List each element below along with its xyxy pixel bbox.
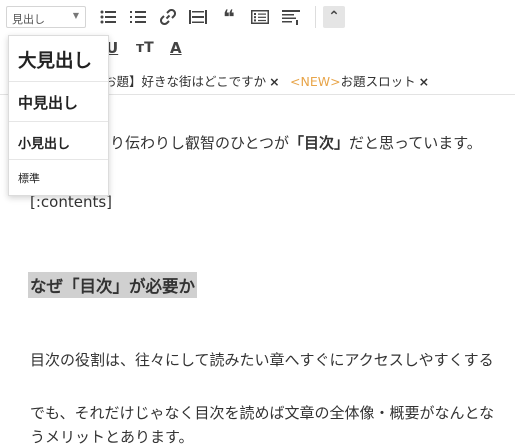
dropdown-item-large-heading[interactable]: 大見出し [9, 36, 108, 82]
dropdown-item-normal[interactable]: 標準 [9, 160, 108, 196]
heading-dropdown: 大見出し 中見出し 小見出し 標準 [8, 35, 109, 196]
horizontal-rule-button[interactable] [187, 6, 209, 28]
new-badge: <NEW> [290, 74, 341, 89]
dropdown-item-medium-heading[interactable]: 中見出し [9, 82, 108, 122]
toolbar-divider [315, 6, 316, 28]
numbered-list-icon [130, 11, 146, 23]
blockquote-icon: ❝ [223, 5, 235, 29]
numbered-list-button[interactable] [127, 6, 149, 28]
toc-icon [282, 10, 300, 25]
link-icon [159, 8, 177, 26]
paragraph: でも、それだけじゃなく目次を読めば文章の全体像・概要がなんとな [30, 404, 495, 422]
paragraph-line: り伝わりし叡智のひとつが「目次」だと思っています。 [110, 132, 482, 153]
close-icon[interactable]: × [269, 74, 279, 89]
table-icon [251, 10, 269, 24]
editor-toolbar-secondary: U тT A [96, 36, 216, 60]
text-color-button[interactable]: A [170, 36, 182, 60]
section-heading: なぜ「目次」が必要か [28, 272, 197, 298]
text-segment: だと思っています。 [348, 134, 482, 152]
close-icon[interactable]: × [419, 74, 429, 89]
bullet-list-button[interactable] [97, 6, 119, 28]
chevron-up-icon: ⌃ [328, 9, 340, 25]
toc-button[interactable] [280, 6, 302, 28]
format-select-value: 見出し [12, 13, 45, 26]
paragraph: うメリットとあります。 [30, 428, 194, 446]
bullet-list-icon [100, 10, 116, 24]
collapse-toolbar-button[interactable]: ⌃ [323, 6, 345, 28]
bold-text: 「目次」 [288, 134, 349, 152]
paragraph: 目次の役割は、往々にして読みたい章へすぐにアクセスしやすくする [30, 351, 494, 369]
font-size-button[interactable]: тT [136, 36, 154, 60]
dropdown-item-label: 小見出し [18, 137, 71, 152]
editor-toolbar: 見出し ▼ ❝ ⌃ [0, 0, 515, 36]
chevron-down-icon: ▼ [72, 11, 79, 20]
dropdown-item-label: 大見出し [18, 51, 93, 72]
tag-item: お題】好きな街はどこですか × [104, 71, 280, 90]
table-button[interactable] [249, 6, 271, 28]
tag-label: お題】好きな街はどこですか [104, 74, 267, 89]
format-select[interactable]: 見出し ▼ [6, 6, 86, 28]
blockquote-button[interactable]: ❝ [218, 6, 240, 28]
text-segment: り伝わりし叡智のひとつが [110, 134, 289, 152]
link-button[interactable] [157, 6, 179, 28]
hr-icon [189, 10, 207, 24]
dropdown-item-label: 標準 [18, 172, 40, 185]
tag-item: <NEW>お題スロット × [290, 71, 429, 90]
tag-label: お題スロット [340, 74, 416, 89]
dropdown-item-small-heading[interactable]: 小見出し [9, 122, 108, 160]
dropdown-item-label: 中見出し [18, 94, 79, 112]
